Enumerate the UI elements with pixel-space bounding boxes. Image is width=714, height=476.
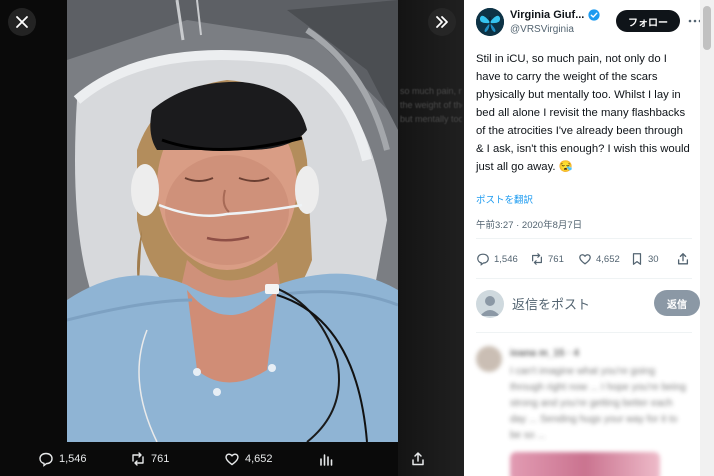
- author-avatar[interactable]: [476, 8, 504, 36]
- reply-input[interactable]: 返信をポスト: [512, 294, 590, 313]
- heart-icon: [579, 254, 591, 265]
- reply-composer: 返信をポスト 返信: [476, 288, 700, 320]
- reply-icon: [477, 253, 489, 266]
- background-ghost-text: so much pain, not only do the weight of …: [400, 84, 462, 126]
- retweet-stat[interactable]: 761: [530, 252, 564, 266]
- retweet-count: 761: [548, 253, 564, 265]
- viewer-reply-count: 1,546: [59, 453, 87, 465]
- tweet-text: Stil in iCU, so much pain, not only do I…: [476, 53, 690, 173]
- author-name[interactable]: Virginia Giuf...: [510, 9, 584, 21]
- divider: [476, 238, 692, 239]
- current-user-avatar: [476, 290, 504, 318]
- viewer-retweet-count: 761: [151, 453, 170, 465]
- share-stat[interactable]: [676, 252, 690, 266]
- close-icon: [16, 16, 28, 28]
- photo-illustration: [67, 0, 398, 442]
- viewer-action-bar: 1,546 761 4,652: [0, 442, 464, 476]
- follow-button[interactable]: フォロー: [616, 10, 680, 32]
- viewer-like-action[interactable]: 4,652: [224, 451, 273, 467]
- reply-text: I can't imagine what you're going throug…: [510, 366, 686, 441]
- like-stat[interactable]: 4,652: [578, 252, 620, 266]
- viewer-like-count: 4,652: [245, 453, 273, 465]
- viewer-retweet-action[interactable]: 761: [130, 451, 169, 467]
- tweet-engagement-bar: 1,546 761 4,652 30: [476, 250, 690, 270]
- like-count: 4,652: [596, 253, 620, 265]
- retweet-icon: [132, 452, 144, 466]
- close-button[interactable]: [8, 8, 36, 36]
- bookmark-stat[interactable]: 30: [630, 252, 659, 266]
- reply-author-name: ioana m_15 · 4: [510, 348, 579, 359]
- viewer-share-action[interactable]: [410, 451, 426, 467]
- bookmark-count: 30: [648, 253, 659, 265]
- divider: [476, 278, 692, 279]
- more-options-icon[interactable]: [688, 16, 700, 26]
- translate-post-link[interactable]: ポストを翻訳: [476, 192, 533, 206]
- reply-avatar: [476, 346, 502, 372]
- butterfly-avatar-icon: [476, 8, 504, 36]
- heart-icon: [225, 453, 239, 466]
- tweet-photo[interactable]: [67, 0, 398, 442]
- retweet-icon: [532, 253, 542, 265]
- reply-item[interactable]: ioana m_15 · 4 I can't imagine what you'…: [476, 340, 692, 476]
- divider: [476, 332, 692, 333]
- reply-count: 1,546: [494, 253, 518, 265]
- ghost-line: but mentally too. Whilst I: [400, 114, 462, 124]
- double-chevron-right-icon: [436, 16, 448, 28]
- author-handle[interactable]: @VRSVirginia: [510, 24, 574, 35]
- viewer-reply-action[interactable]: 1,546: [38, 451, 87, 467]
- viewer-analytics-action[interactable]: [318, 451, 334, 467]
- media-viewer: so much pain, not only do the weight of …: [0, 0, 464, 476]
- tweet-author: Virginia Giuf... @VRSVirginia フォロー: [476, 6, 700, 42]
- ghost-line: the weight of the scars: [400, 100, 462, 110]
- reply-stat[interactable]: 1,546: [476, 252, 518, 266]
- share-icon: [677, 253, 689, 265]
- scrollbar[interactable]: [700, 0, 714, 476]
- share-icon: [412, 452, 424, 466]
- reply-icon: [39, 452, 53, 467]
- reply-image: [510, 452, 660, 476]
- next-button[interactable]: [428, 8, 456, 36]
- tweet-timestamp[interactable]: 午前3:27 · 2020年8月7日: [476, 217, 582, 231]
- reply-button[interactable]: 返信: [654, 290, 700, 316]
- ghost-line: so much pain, not only do: [400, 86, 462, 96]
- bookmark-icon: [632, 253, 642, 265]
- verified-badge-icon: [588, 9, 600, 21]
- tweet-panel: Virginia Giuf... @VRSVirginia フォロー Stil …: [464, 0, 700, 476]
- viewer-background-side: [398, 0, 464, 476]
- analytics-icon: [320, 454, 333, 466]
- default-user-icon: [480, 296, 500, 316]
- scrollbar-thumb[interactable]: [703, 6, 711, 50]
